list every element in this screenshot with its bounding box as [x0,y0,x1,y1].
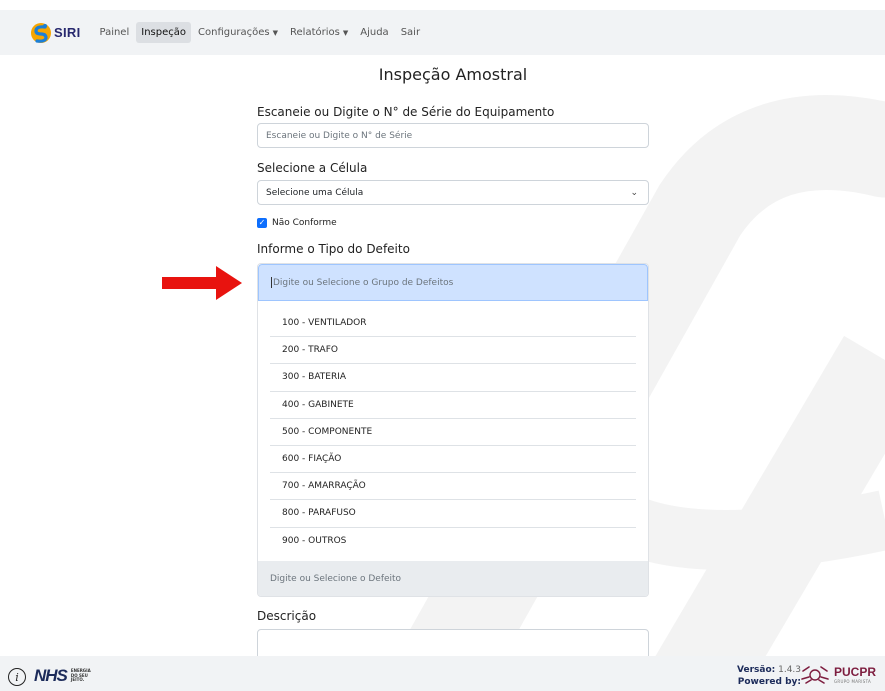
cell-select-value: Selecione uma Célula [266,187,364,198]
nav-configuracoes[interactable]: Configurações ▼ [193,22,283,43]
nav-inspecao[interactable]: Inspeção [136,22,191,43]
list-item[interactable]: 400 - GABINETE [270,392,636,419]
nhs-logo: NHS ENERGIA DO SEU JEITO. [34,666,91,686]
description-label: Descrição [257,609,317,623]
info-icon[interactable]: i [8,668,26,686]
list-item[interactable]: 300 - BATERIA [270,364,636,392]
brand-logo[interactable]: SIRI [30,22,80,44]
nav-sair[interactable]: Sair [396,22,425,43]
list-item[interactable]: 600 - FIAÇÃO [270,446,636,474]
defect-combobox: Digite ou Selecione o Grupo de Defeitos … [257,263,649,597]
nav-relatorios-label: Relatórios [290,27,340,38]
pucpr-subtitle: GRUPO MARISTA [834,679,872,684]
nav-inspecao-label: Inspeção [141,27,186,38]
cell-select[interactable]: Selecione uma Célula ⌄ [257,180,649,205]
nav-ajuda-label: Ajuda [360,27,389,38]
pucpr-logo: PUCPR GRUPO MARISTA [834,665,876,684]
list-item[interactable]: 800 - PARAFUSO [270,500,636,528]
powered-by-label: Powered by: [737,677,802,688]
serial-placeholder: Escaneie ou Digite o N° de Série [266,130,413,141]
nonconform-row: ✓ Não Conforme [257,218,337,228]
serial-input[interactable]: Escaneie ou Digite o N° de Série [257,123,649,148]
nhs-logo-text: NHS [34,666,68,685]
defect-placeholder: Digite ou Selecione o Defeito [270,573,402,584]
nhs-tagline: ENERGIA DO SEU JEITO. [70,668,91,683]
version-label: Versão: [737,665,776,675]
footer: i NHS ENERGIA DO SEU JEITO. Versão: 1.4.… [0,656,885,691]
nhs-tagline-line: JEITO. [70,677,85,683]
page-title: Inspeção Amostral [378,65,528,84]
list-item[interactable]: 100 - VENTILADOR [270,310,636,338]
brand-name: SIRI [54,25,81,40]
cell-label: Selecione a Célula [257,161,368,175]
caret-down-icon: ▼ [342,28,349,37]
pucpr-emblem-icon [801,666,829,684]
text-cursor [271,277,272,288]
list-item[interactable]: 500 - COMPONENTE [270,419,636,446]
list-item[interactable]: 200 - TRAFO [270,337,636,365]
defect-input[interactable]: Digite ou Selecione o Defeito [258,561,648,596]
caret-down-icon: ▼ [272,28,279,37]
pucpr-logo-text: PUCPR [834,665,877,679]
nav-configuracoes-label: Configurações [198,27,270,38]
chevron-down-icon: ⌄ [630,188,638,198]
nav-painel-label: Painel [99,27,130,38]
defect-label: Informe o Tipo do Defeito [257,242,410,256]
top-navbar: SIRI Painel Inspeção Configurações ▼ Rela… [0,10,885,55]
nonconform-label: Não Conforme [272,218,337,228]
version-info: Versão: 1.4.3 Powered by: [737,664,801,688]
nonconform-checkbox[interactable]: ✓ [257,218,267,228]
red-arrow-icon [162,266,242,300]
defect-group-list: 100 - VENTILADOR 200 - TRAFO 300 - BATER… [270,310,636,555]
version-value: 1.4.3 [778,665,802,675]
nav-relatorios[interactable]: Relatórios ▼ [285,22,353,43]
siri-logo-icon [31,22,51,43]
nav-ajuda[interactable]: Ajuda [355,22,393,43]
defect-group-placeholder: Digite ou Selecione o Grupo de Defeitos [273,277,454,288]
nav-sair-label: Sair [400,27,421,38]
nav-painel[interactable]: Painel [94,22,134,43]
list-item[interactable]: 700 - AMARRAÇÃO [270,473,636,501]
list-item[interactable]: 900 - OUTROS [270,528,636,555]
serial-label: Escaneie ou Digite o N° de Série do Equi… [257,105,555,119]
defect-group-input[interactable]: Digite ou Selecione o Grupo de Defeitos [258,264,648,301]
